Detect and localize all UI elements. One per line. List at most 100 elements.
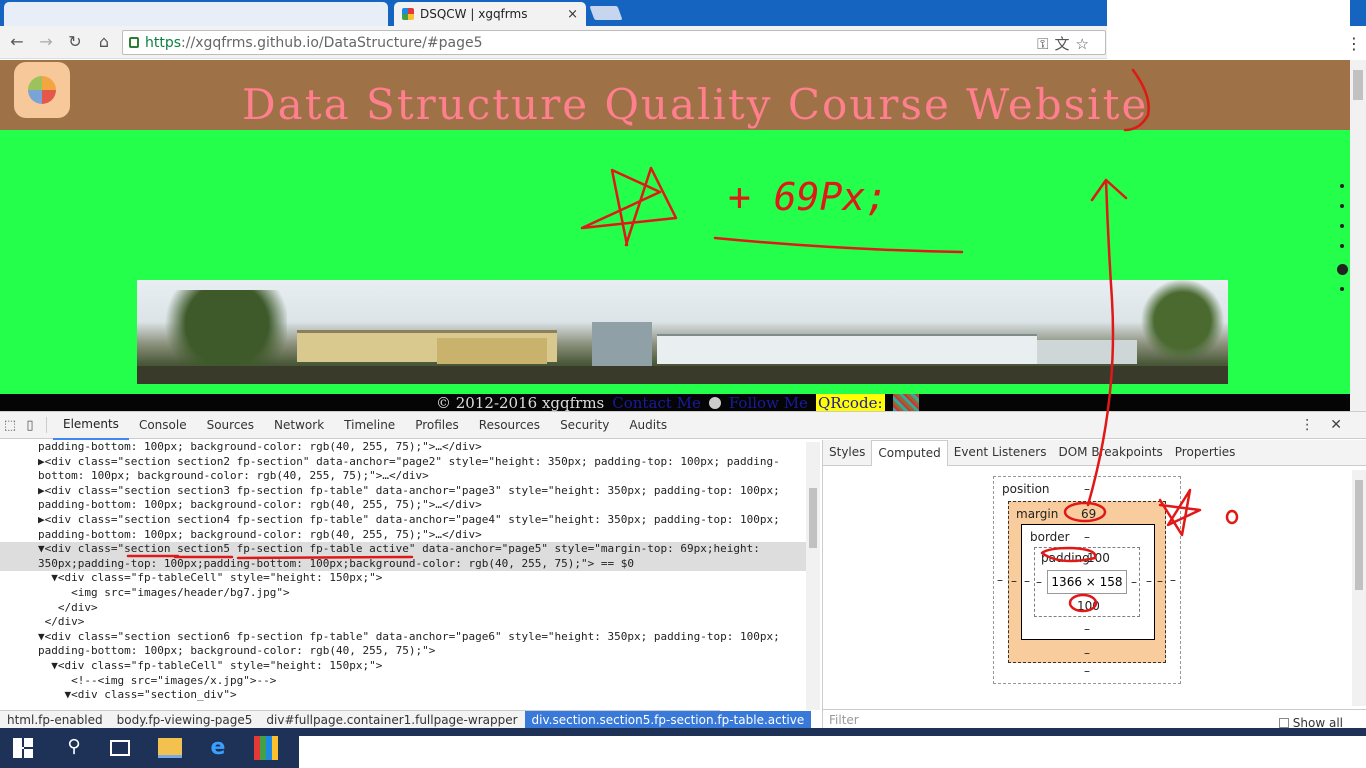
devtools-tab-sources[interactable]: Sources [197,412,264,439]
address-bar[interactable]: https ://xgqfrms.github.io/DataStructure… [122,30,1106,55]
nav-dot-active[interactable] [1337,264,1348,275]
device-mode-icon[interactable]: ▯ [20,418,40,433]
dom-line[interactable]: ▼<div class="fp-tableCell" style="height… [0,571,820,586]
margin-right-value[interactable]: – [1157,574,1163,588]
devtools-menu-icon[interactable]: ⋮ [1300,417,1330,433]
margin-left-value[interactable]: – [1011,574,1017,588]
border-top-value[interactable]: – [1084,530,1090,544]
margin-bottom-value[interactable]: – [1084,646,1090,660]
devtools-tab-security[interactable]: Security [550,412,619,439]
devtools-close-icon[interactable]: ✕ [1330,417,1358,433]
padding-right-value[interactable]: – [1131,575,1137,589]
sidebar-tab-styles[interactable]: Styles [823,440,871,465]
sidebar-scrollbar[interactable] [1352,470,1366,706]
sidebar-tab-dom-breakpoints[interactable]: DOM Breakpoints [1052,440,1168,465]
filter-input[interactable]: Filter Show all [823,709,1366,730]
task-view-icon[interactable] [110,740,130,756]
position-bottom-value: – [1084,664,1090,678]
edge-icon[interactable]: e [206,736,230,760]
file-explorer-icon[interactable] [158,738,182,758]
forward-icon[interactable]: → [35,32,57,52]
dom-line[interactable]: ▼<div class="fp-tableCell" style="height… [0,659,820,674]
nav-dot[interactable] [1340,244,1344,248]
elements-tree[interactable]: padding-bottom: 100px; background-color:… [0,440,820,710]
sidebar-tab-event-listeners[interactable]: Event Listeners [948,440,1053,465]
home-icon[interactable]: ⌂ [93,32,115,52]
devtools-tab-profiles[interactable]: Profiles [405,412,469,439]
margin-top-value[interactable]: 69 [1081,507,1096,521]
dom-line[interactable]: padding-bottom: 100px; background-color:… [0,644,820,659]
breadcrumb-item[interactable]: html.fp-enabled [0,713,110,727]
tab-active[interactable]: DSQCW | xgqfrms × [394,2,586,26]
dom-line[interactable]: </div> [0,615,820,630]
follow-link[interactable]: Follow Me [729,394,808,412]
devtools-tab-resources[interactable]: Resources [469,412,550,439]
margin-box: margin 69 – – – border – – – – padding 1… [1008,501,1166,663]
dom-line-selected[interactable]: ▼<div class="section section5 fp-section… [0,542,820,557]
tab-close-icon[interactable]: × [567,7,578,22]
new-tab-button[interactable] [589,6,623,20]
site-logo[interactable] [14,62,70,118]
translate-icon[interactable]: 文 [1055,35,1076,53]
dom-line[interactable]: ▶<div class="section section2 fp-section… [0,455,820,470]
devtools-tab-audits[interactable]: Audits [619,412,677,439]
border-right-value[interactable]: – [1146,574,1152,588]
nav-dot[interactable] [1340,287,1344,291]
position-right-value: – [1170,573,1176,587]
dom-line-selected[interactable]: 350px;padding-top: 100px;padding-bottom:… [0,556,820,572]
star-icon[interactable]: ☆ [1076,35,1095,53]
dom-line[interactable]: ▼<div class="section_div"> [0,688,820,703]
breadcrumb-item[interactable]: div#fullpage.container1.fullpage-wrapper [259,713,524,727]
content-box[interactable]: 1366 × 158 [1047,570,1127,594]
devtools-tab-elements[interactable]: Elements [53,411,129,440]
filter-placeholder: Filter [829,713,859,727]
reload-icon[interactable]: ↻ [64,32,86,52]
chrome-menu-icon[interactable]: ⋮ [1346,34,1362,53]
devtools-toolbar: ⬚ ▯ Elements Console Sources Network Tim… [0,411,1366,440]
padding-left-value[interactable]: – [1036,575,1042,589]
inspect-element-icon[interactable]: ⬚ [0,418,20,433]
devtools-tab-timeline[interactable]: Timeline [334,412,405,439]
position-left-value: – [997,573,1003,587]
border-bottom-value[interactable]: – [1084,622,1090,636]
search-icon[interactable]: ⚲ [62,736,86,760]
nav-dot[interactable] [1340,184,1344,188]
dom-line[interactable]: padding-bottom: 100px; background-color:… [0,528,820,543]
site-title: Data Structure Quality Course Website [242,80,1149,129]
padding-top-value[interactable]: 100 [1087,551,1110,565]
browser-toolbar: ← → ↻ ⌂ https ://xgqfrms.github.io/DataS… [0,26,1107,59]
dom-line[interactable]: </div> [0,601,820,616]
windows-start-icon[interactable] [13,738,33,758]
breadcrumb: html.fp-enabled body.fp-viewing-page5 di… [0,710,812,730]
devtools-tab-console[interactable]: Console [129,412,197,439]
breadcrumb-item-active[interactable]: div.section.section5.fp-section.fp-table… [524,710,812,730]
sidebar-tab-computed[interactable]: Computed [871,439,948,466]
dom-line[interactable]: ▶<div class="section section4 fp-section… [0,513,820,528]
dom-line[interactable]: <img src="images/header/bg7.jpg"> [0,586,820,601]
devtools-tab-network[interactable]: Network [264,412,334,439]
campus-banner-image [137,280,1228,384]
tab-blank[interactable] [4,2,388,26]
store-icon[interactable] [254,736,278,760]
nav-dot[interactable] [1340,224,1344,228]
dom-line[interactable]: padding-bottom: 100px; background-color:… [0,440,820,455]
dom-line[interactable]: ▼<div class="section section6 fp-section… [0,630,820,645]
dom-line[interactable]: ▶<div class="section section3 fp-section… [0,484,820,499]
dom-line[interactable]: padding-bottom: 100px; background-color:… [0,498,820,513]
contact-link[interactable]: Contact Me [612,394,701,412]
padding-bottom-value[interactable]: 100 [1077,599,1100,613]
border-left-value[interactable]: – [1024,574,1030,588]
key-icon[interactable]: ⚿ [1037,35,1054,53]
qrcode-image[interactable] [892,394,919,411]
dom-line[interactable]: <!--<img src="images/x.jpg">--> [0,674,820,689]
back-icon[interactable]: ← [6,32,28,52]
breadcrumb-item[interactable]: body.fp-viewing-page5 [110,713,260,727]
position-label: position [1002,482,1050,496]
elements-scrollbar[interactable] [806,442,820,710]
border-box: border – – – – padding 100 100 – – 1366 … [1021,524,1155,640]
page-scrollbar[interactable] [1350,60,1366,411]
url-scheme: https [145,34,182,51]
sidebar-tab-properties[interactable]: Properties [1169,440,1242,465]
nav-dot[interactable] [1340,204,1344,208]
dom-line[interactable]: bottom: 100px; background-color: rgb(40,… [0,469,820,484]
